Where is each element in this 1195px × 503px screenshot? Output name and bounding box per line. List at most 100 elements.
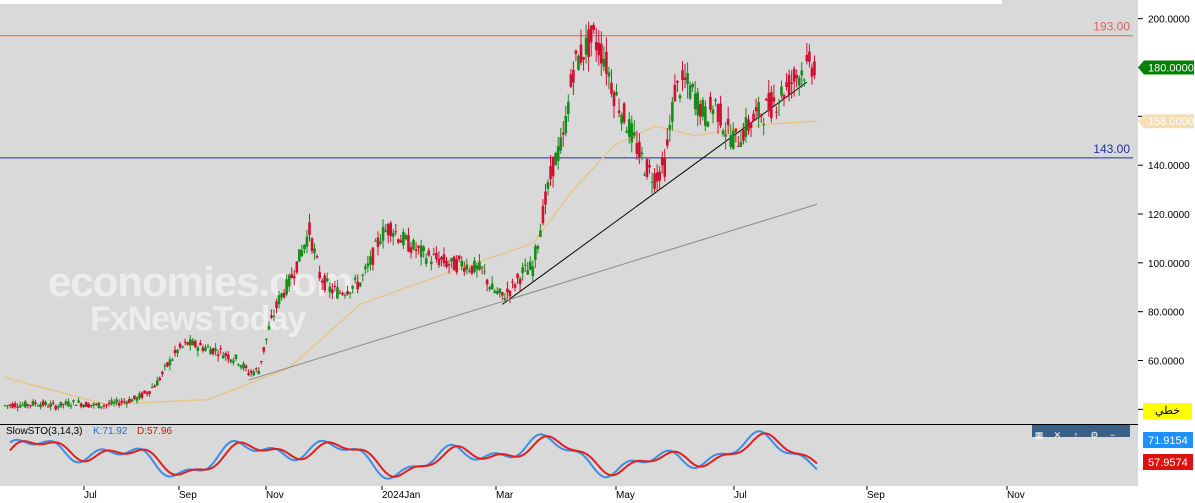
candle-body	[508, 290, 512, 297]
candle-body	[521, 267, 524, 273]
candle-body	[764, 98, 768, 101]
candle-body	[665, 139, 669, 146]
candle-body	[493, 290, 497, 293]
candle-body	[36, 405, 40, 407]
candle-body	[31, 400, 35, 406]
candle-body	[549, 166, 552, 180]
candle-body	[437, 258, 441, 266]
price-tick-label: 120.0000	[1148, 210, 1190, 221]
candle-body	[739, 141, 743, 147]
candle-body	[686, 73, 689, 85]
month-label: Sep	[179, 490, 197, 501]
candle-body	[21, 404, 25, 406]
candle-body	[270, 315, 273, 318]
gear-icon[interactable]: ⚙	[1087, 429, 1101, 441]
candle-body	[731, 130, 735, 149]
candle-body	[232, 360, 235, 363]
candle-body	[762, 123, 766, 125]
candle-body	[688, 85, 692, 99]
candle-body	[721, 130, 725, 135]
candle-body	[409, 247, 413, 253]
candle-body	[125, 401, 129, 405]
candle-body	[18, 405, 22, 408]
stoch-k-label: K:71.92	[93, 426, 128, 437]
candle-body	[13, 403, 17, 407]
candle-body	[457, 255, 461, 260]
candle-body	[473, 260, 476, 273]
candle-body	[719, 103, 722, 126]
dash-icon[interactable]: −	[1106, 429, 1120, 441]
chart-canvas: 40.000060.000080.0000100.0000120.0000140…	[0, 15, 1194, 501]
candle-body	[663, 158, 667, 177]
candle-body	[402, 231, 405, 246]
candle-body	[303, 244, 306, 250]
price-tick-label: 60.0000	[1148, 357, 1185, 368]
candle-body	[483, 271, 486, 273]
candle-body	[381, 226, 385, 241]
candle-body	[752, 113, 755, 122]
candle-body	[292, 276, 296, 279]
candle-body	[56, 406, 60, 408]
candle-body	[513, 284, 517, 288]
close-icon[interactable]: ✕	[1050, 429, 1064, 441]
candle-body	[194, 340, 197, 348]
candle-body	[259, 360, 263, 363]
up-arrow-icon[interactable]: ↑	[1069, 429, 1083, 441]
candle-body	[407, 235, 410, 252]
candle-body	[478, 261, 481, 270]
candle-body	[455, 259, 458, 273]
candle-body	[693, 93, 697, 110]
stoch-badge-label: 71.9154	[1148, 435, 1188, 447]
candle-body	[150, 386, 154, 388]
candle-body	[95, 403, 98, 405]
stoch-k-line	[9, 430, 818, 480]
candle-body	[62, 403, 65, 405]
line-tool-badge[interactable]: خطي	[1143, 403, 1192, 419]
calendar-icon[interactable]: ▦	[1032, 429, 1046, 441]
candle-body	[503, 298, 507, 300]
candle-body	[734, 128, 738, 132]
candle-body	[26, 404, 30, 406]
oscillator-toolbar[interactable]: ▦ ✕ ↑ ⚙ −	[1032, 425, 1130, 440]
candle-body	[813, 61, 816, 76]
candle-body	[155, 380, 159, 386]
candle-body	[64, 401, 68, 405]
candle-body	[495, 291, 499, 294]
candle-body	[442, 254, 446, 264]
candle-body	[645, 159, 649, 178]
candle-body	[82, 404, 85, 407]
candle-body	[92, 403, 96, 406]
candle-body	[46, 406, 50, 408]
candle-body	[313, 248, 316, 253]
stoch-d-line	[9, 432, 818, 478]
candle-body	[384, 230, 387, 232]
candle-body	[696, 92, 700, 116]
candle-body	[143, 390, 146, 394]
price-tick-label: 200.0000	[1148, 15, 1190, 26]
candle-body	[414, 249, 418, 251]
candle-body	[117, 402, 121, 406]
candle-body	[107, 403, 111, 405]
price-badge: 158.0000	[1138, 114, 1194, 129]
candle-body	[704, 106, 707, 126]
candle-body	[6, 405, 9, 407]
candle-body	[122, 401, 126, 403]
candle-body	[112, 401, 116, 404]
candle-body	[161, 371, 164, 375]
price-badge-label: 158.0000	[1148, 116, 1194, 128]
candle-body	[358, 282, 362, 287]
candle-body	[394, 231, 398, 233]
candle-body	[275, 301, 278, 308]
candle-body	[582, 56, 585, 60]
candle-body	[450, 257, 453, 262]
candle-body	[24, 401, 27, 408]
candle-body	[754, 107, 758, 112]
month-label: Nov	[266, 490, 284, 501]
candle-body	[244, 365, 248, 369]
candle-body	[655, 172, 659, 182]
candle-body	[49, 403, 52, 407]
candle-body	[16, 406, 19, 408]
candle-body	[290, 274, 294, 278]
candle-body	[356, 281, 360, 290]
candle-body	[534, 246, 537, 260]
